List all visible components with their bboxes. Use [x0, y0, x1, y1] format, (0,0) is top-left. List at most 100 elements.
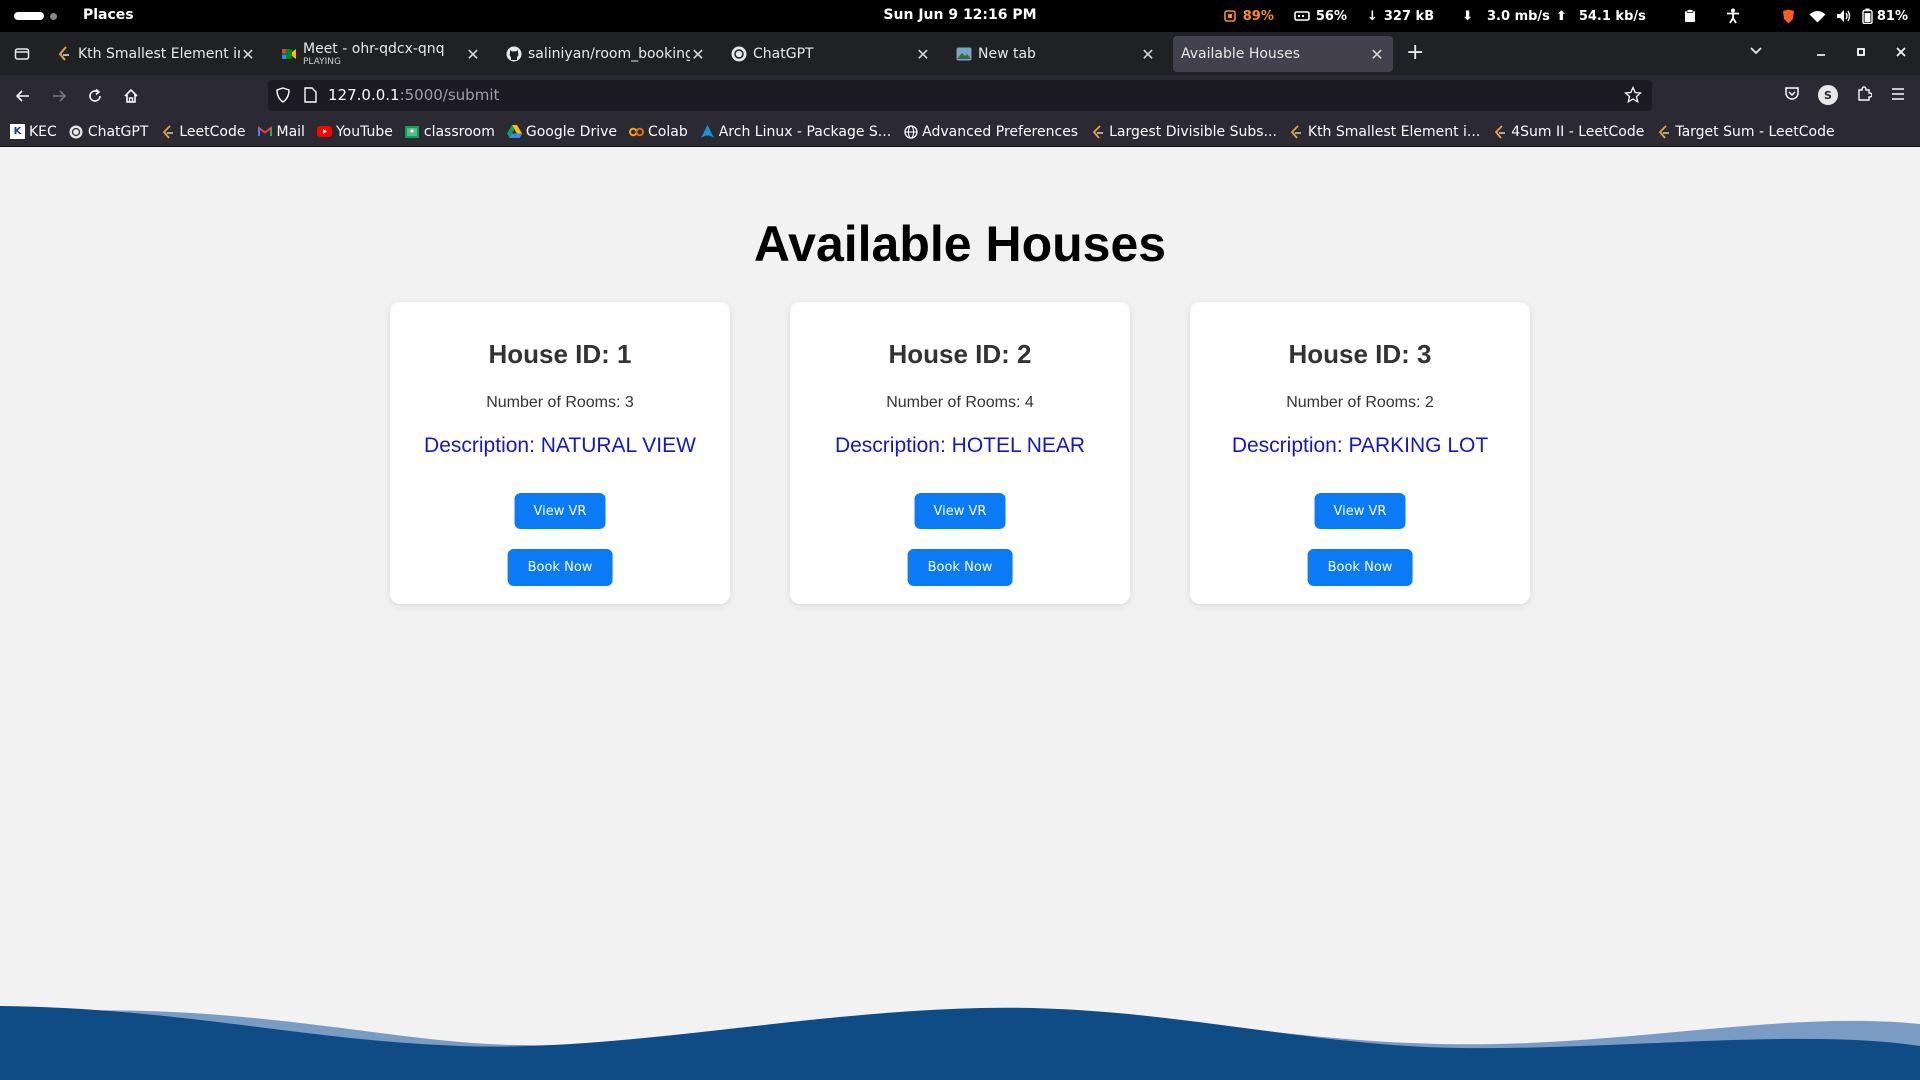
tab-meet[interactable]: Meet - ohr-qdcx-qnq PLAYING ✕: [273, 36, 489, 72]
back-button[interactable]: [12, 85, 34, 107]
bookmark-arch-linux[interactable]: Arch Linux - Package S...: [700, 124, 891, 140]
reload-button[interactable]: [84, 85, 106, 107]
close-icon: [1896, 47, 1906, 57]
close-icon[interactable]: ✕: [240, 45, 256, 64]
net-total-indicator: ↓ 327 kB: [1367, 9, 1434, 24]
close-icon[interactable]: ✕: [1369, 45, 1385, 64]
bookmark-label: Target Sum - LeetCode: [1675, 123, 1835, 140]
bookmark-advanced-preferences[interactable]: Advanced Preferences: [903, 124, 1078, 140]
battery-value: 81%: [1876, 8, 1908, 24]
pocket-button[interactable]: [1784, 85, 1800, 105]
wifi-indicator[interactable]: [1809, 10, 1826, 23]
house-description: Description: HOTEL NEAR: [834, 434, 1086, 457]
account-avatar[interactable]: S: [1818, 85, 1838, 105]
view-vr-button[interactable]: View VR: [1314, 493, 1406, 529]
classroom-icon: [405, 124, 420, 139]
cpu-indicator: 89%: [1223, 9, 1274, 24]
home-button[interactable]: [120, 85, 142, 107]
net-total-value: 327 kB: [1383, 8, 1435, 24]
bookmark-target-sum[interactable]: Target Sum - LeetCode: [1656, 123, 1835, 140]
upload-speed: 54.1 kb/s: [1578, 8, 1646, 24]
view-vr-button[interactable]: View VR: [514, 493, 606, 529]
page-info-icon[interactable]: [304, 87, 317, 107]
shield-lion-icon: [1782, 9, 1794, 23]
bookmark-label: classroom: [423, 123, 495, 140]
maximize-button[interactable]: [1856, 42, 1866, 61]
close-icon[interactable]: ✕: [690, 45, 706, 64]
book-now-button[interactable]: Book Now: [1307, 549, 1413, 586]
tab-title: saliniyan/room_booking: [528, 46, 690, 62]
firefox-view-icon: [14, 48, 30, 60]
places-menu[interactable]: Places: [83, 7, 134, 23]
memory-icon: [1294, 11, 1310, 21]
bookmark-kth-smallest[interactable]: Kth Smallest Element i...: [1289, 124, 1480, 140]
bookmark-label: Largest Divisible Subs...: [1109, 123, 1277, 140]
url-text[interactable]: 127.0.0.1:5000/submit: [328, 86, 499, 104]
list-all-tabs-button[interactable]: [1748, 42, 1764, 62]
bookmark-colab[interactable]: Colab: [629, 124, 688, 140]
battery-indicator[interactable]: 81%: [1862, 8, 1908, 24]
book-now-button[interactable]: Book Now: [507, 549, 613, 586]
tab-kth-smallest[interactable]: Kth Smallest Element in a ✕: [48, 36, 264, 72]
bookmark-largest-divisible[interactable]: Largest Divisible Subs...: [1090, 124, 1277, 140]
tab-title: New tab: [978, 46, 1036, 62]
house-card: House ID: 1 Number of Rooms: 3 Descripti…: [390, 302, 730, 604]
minimize-icon: [1817, 54, 1825, 56]
bookmark-star-button[interactable]: [1623, 85, 1643, 108]
bookmark-chatgpt[interactable]: ChatGPT: [69, 124, 148, 140]
brave-indicator[interactable]: [1782, 9, 1795, 24]
bookmark-google-drive[interactable]: Google Drive: [506, 124, 617, 140]
workspace-indicator[interactable]: [14, 12, 57, 20]
clock[interactable]: Sun Jun 9 12:16 PM: [883, 7, 1036, 23]
volume-icon: [1836, 10, 1851, 22]
star-icon: [1623, 85, 1643, 104]
tab-github[interactable]: saliniyan/room_booking ✕: [498, 36, 714, 72]
bookmark-youtube[interactable]: YouTube: [316, 124, 393, 140]
tab-available-houses[interactable]: Available Houses ✕: [1173, 36, 1393, 72]
house-id: House ID: 1: [488, 339, 632, 369]
bookmark-mail[interactable]: Mail: [258, 124, 305, 140]
house-card: House ID: 3 Number of Rooms: 2 Descripti…: [1190, 302, 1530, 604]
inactive-workspace[interactable]: [50, 12, 57, 20]
bookmark-classroom[interactable]: classroom: [405, 124, 495, 140]
maximize-icon: [1857, 48, 1865, 56]
book-now-button[interactable]: Book Now: [907, 549, 1013, 586]
status-area[interactable]: 89% 56% ↓ 327 kB ⬇ 3.0 mb/s ⬆ 54.1 kb/s: [1203, 6, 1908, 26]
wifi-icon: [1809, 10, 1826, 22]
tab-new-tab[interactable]: New tab ✕: [948, 36, 1164, 72]
close-window-button[interactable]: [1896, 42, 1906, 61]
battery-icon: [1862, 8, 1873, 24]
house-description: Description: PARKING LOT: [1231, 434, 1489, 457]
forward-button[interactable]: [48, 85, 70, 107]
bookmark-4sum-ii[interactable]: 4Sum II - LeetCode: [1492, 124, 1644, 140]
hamburger-icon: [1892, 87, 1904, 100]
clipboard-icon: [1684, 9, 1695, 22]
close-icon[interactable]: ✕: [1140, 45, 1156, 64]
tab-chatgpt[interactable]: ChatGPT ✕: [723, 36, 939, 72]
app-menu-button[interactable]: [1890, 86, 1906, 105]
clipboard-indicator[interactable]: [1684, 9, 1696, 23]
firefox-view-button[interactable]: [14, 46, 30, 66]
accessibility-indicator[interactable]: [1726, 8, 1740, 24]
tracking-protection-icon[interactable]: [276, 87, 290, 107]
new-tab-button[interactable]: +: [1406, 40, 1424, 65]
house-card: House ID: 2 Number of Rooms: 4 Descripti…: [790, 302, 1130, 604]
leetcode-icon: [1289, 124, 1304, 139]
pocket-icon: [1785, 87, 1799, 100]
download-arrow-icon: ↓: [1366, 8, 1378, 24]
reload-icon: [89, 88, 101, 102]
close-icon[interactable]: ✕: [915, 45, 931, 64]
volume-indicator[interactable]: [1836, 9, 1852, 23]
extensions-button[interactable]: [1856, 85, 1873, 105]
footer-wave: [0, 1006, 1920, 1080]
puzzle-icon: [1858, 86, 1873, 101]
active-workspace[interactable]: [14, 12, 44, 20]
address-bar[interactable]: 127.0.0.1:5000/submit: [268, 80, 1652, 111]
house-rooms: Number of Rooms: 4: [886, 394, 1034, 411]
bookmark-leetcode[interactable]: LeetCode: [160, 124, 246, 140]
bookmark-label: Kth Smallest Element i...: [1307, 123, 1481, 140]
close-icon[interactable]: ✕: [465, 45, 481, 64]
minimize-button[interactable]: [1816, 42, 1826, 61]
bookmark-kec[interactable]: K KEC: [10, 124, 57, 140]
view-vr-button[interactable]: View VR: [914, 493, 1006, 529]
